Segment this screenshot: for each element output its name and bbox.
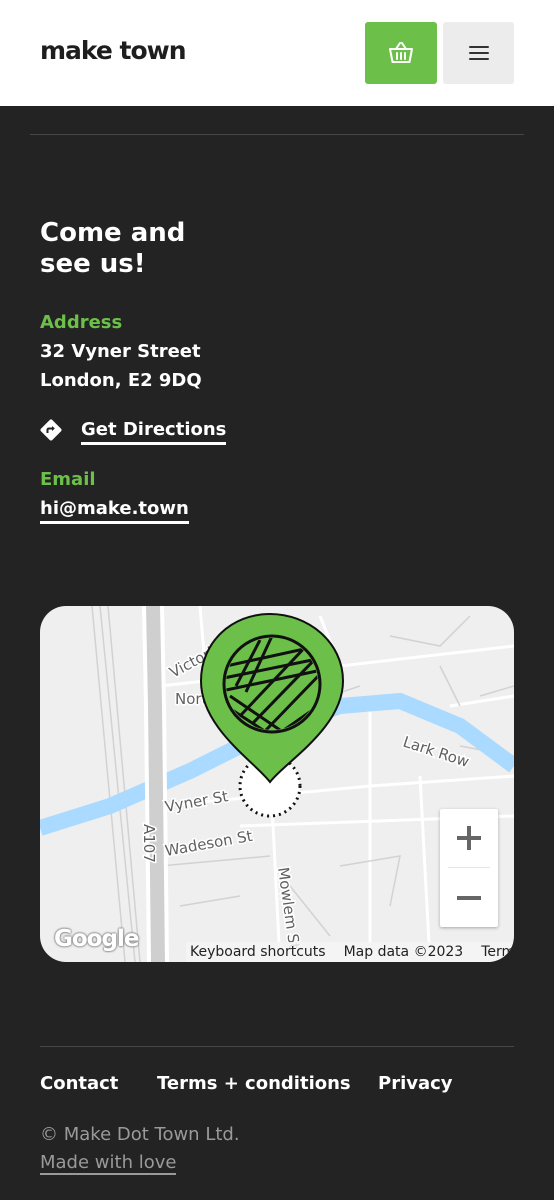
contact-heading: Come and see us! [40,218,186,279]
menu-button[interactable] [443,22,514,84]
site-header: make town [0,0,554,106]
zoom-control [440,809,498,927]
footer-link-terms[interactable]: Terms + conditions [157,1073,351,1094]
basket-button[interactable] [365,22,437,84]
street-label-lark-row: Lark Row [401,733,472,771]
location-map[interactable]: Victoria Rd North Lark Row Vyner St A107… [40,606,514,962]
zoom-in-button[interactable] [440,809,498,867]
hamburger-menu-icon [468,46,489,60]
zoom-divider [448,867,490,868]
made-with-love-link[interactable]: Made with love [40,1152,177,1175]
street-label-a107: A107 [140,824,158,863]
footer-link-privacy[interactable]: Privacy [378,1073,453,1094]
footer-link-contact[interactable]: Contact [40,1073,118,1094]
minus-icon [457,896,481,900]
map-terms-link[interactable]: Terms [467,944,514,960]
zoom-out-button[interactable] [440,869,498,927]
divider [40,1046,514,1047]
site-logo[interactable]: make town [40,36,187,65]
directions-icon [40,419,62,441]
address-line-1: 32 Vyner Street [40,341,201,362]
get-directions-link[interactable]: Get Directions [81,419,227,445]
divider [30,134,524,135]
email-label: Email [40,469,96,490]
google-logo[interactable]: Google [54,926,139,952]
street-label-wadeson: Wadeson St [164,827,254,860]
keyboard-shortcuts-link[interactable]: Keyboard shortcuts [186,944,330,960]
basket-icon [389,42,413,63]
email-link[interactable]: hi@make.town [40,498,189,524]
map-data-text: Map data ©2023 [343,944,464,960]
plus-icon [457,826,481,850]
address-label: Address [40,312,123,333]
street-label-vyner: Vyner St [164,787,230,816]
address-line-2: London, E2 9DQ [40,370,202,391]
copyright-text: © Make Dot Town Ltd. [40,1124,240,1145]
map-attribution: Keyboard shortcuts Map data ©2023 Terms [186,942,514,962]
